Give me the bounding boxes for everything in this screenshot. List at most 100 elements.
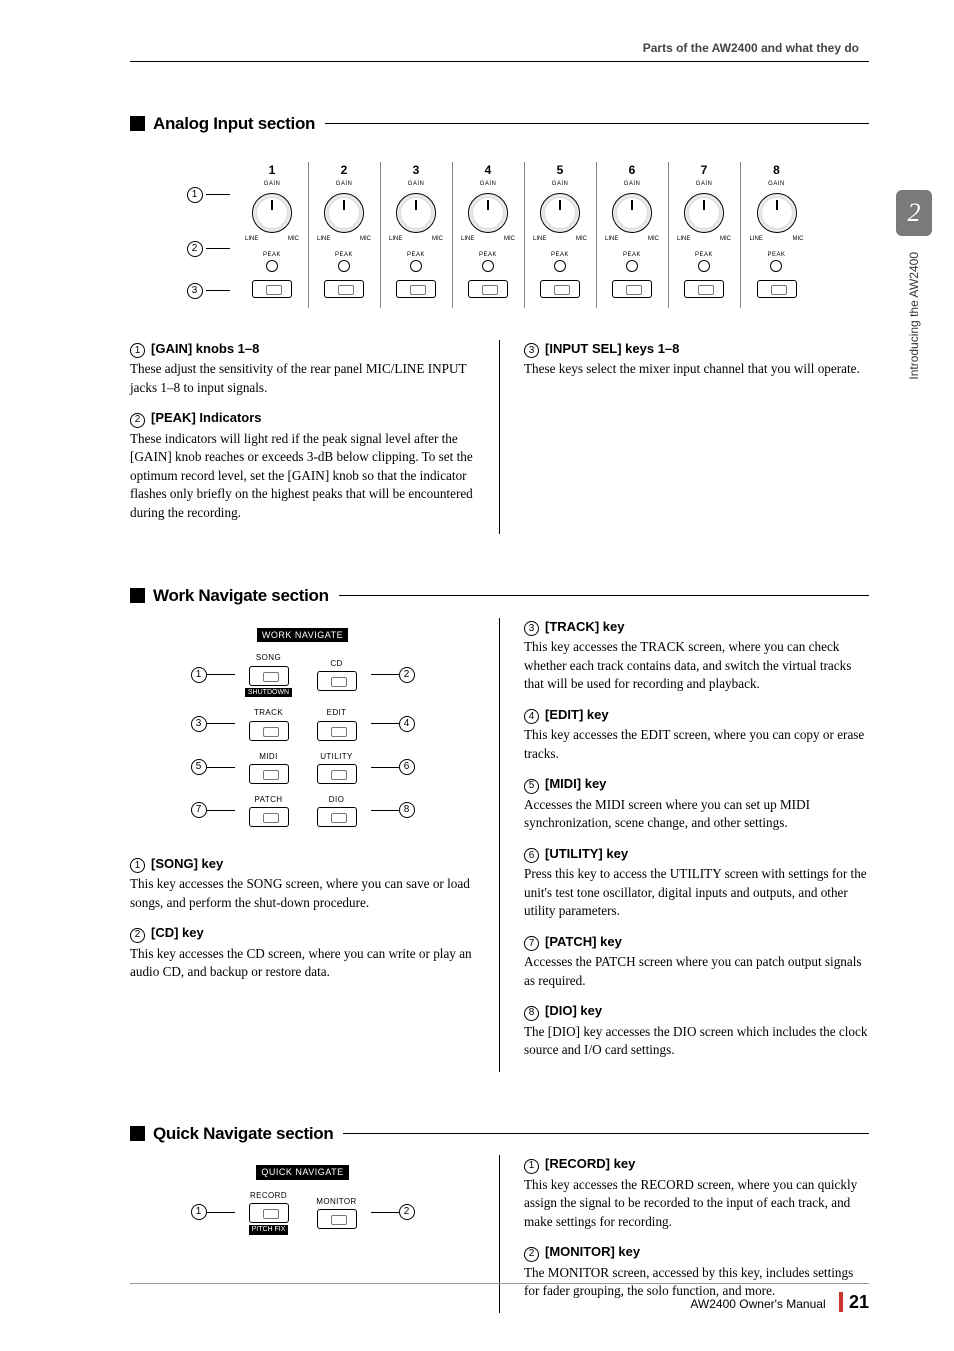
quicknav-diagram: QUICK NAVIGATE 1 RECORD PITCH FIX MONITO… <box>183 1165 423 1235</box>
worknav-columns: WORK NAVIGATE 1 SONG SHUTDOWN CD 2 3 TRA… <box>130 618 869 1072</box>
peak-label: PEAK <box>263 251 281 259</box>
chapter-title-vertical: Introducing the AW2400 <box>906 252 923 380</box>
item-body: These indicators will light red if the p… <box>130 430 475 522</box>
button-label: SONG <box>256 652 281 663</box>
key-icon <box>317 807 357 827</box>
input-sel-key-icon <box>396 280 436 298</box>
item-title: [DIO] key <box>545 1002 602 1020</box>
input-sel-key-icon <box>252 280 292 298</box>
analog-channel: 2 GAIN LINEMIC PEAK <box>309 162 381 308</box>
item-title: [CD] key <box>151 924 204 942</box>
page-footer: AW2400 Owner's Manual 21 <box>130 1283 869 1315</box>
gain-label: GAIN <box>552 180 569 188</box>
leader-line <box>371 810 399 811</box>
section-heading: Analog Input section <box>153 112 315 136</box>
gain-label: GAIN <box>264 180 281 188</box>
item-heading: 5 [MIDI] key <box>524 775 869 794</box>
gain-knob-icon <box>757 193 797 233</box>
peak-label: PEAK <box>695 251 713 259</box>
item-heading: 8 [DIO] key <box>524 1002 869 1021</box>
item-heading: 1 [GAIN] knobs 1–8 <box>130 340 475 359</box>
callout-2: 2 <box>187 241 203 257</box>
column-divider <box>499 618 500 1072</box>
channel-number: 7 <box>701 162 708 179</box>
channel-number: 8 <box>773 162 780 179</box>
item-body: This key accesses the SONG screen, where… <box>130 875 475 912</box>
peak-led-icon <box>554 260 566 272</box>
manual-title: AW2400 Owner's Manual <box>690 1297 825 1311</box>
channel-number: 6 <box>629 162 636 179</box>
callout-number: 3 <box>524 621 539 636</box>
gain-knob-icon <box>396 193 436 233</box>
diagram-button: CD <box>303 658 371 691</box>
gain-knob-icon <box>252 193 292 233</box>
range-labels: LINEMIC <box>245 235 299 243</box>
key-icon <box>249 1203 289 1223</box>
callout-number: 4 <box>524 709 539 724</box>
diagram-row: 1 SONG SHUTDOWN CD 2 <box>191 652 415 697</box>
channel-number: 4 <box>485 162 492 179</box>
button-label: DIO <box>329 794 344 805</box>
analog-channel: 1 GAIN LINEMIC PEAK <box>237 162 309 308</box>
item-body: These keys select the mixer input channe… <box>524 360 869 378</box>
item-body: Press this key to access the UTILITY scr… <box>524 865 869 920</box>
callout-number: 2 <box>524 1247 539 1262</box>
input-sel-key-icon <box>468 280 508 298</box>
item-title: [INPUT SEL] keys 1–8 <box>545 340 679 358</box>
key-icon <box>317 764 357 784</box>
button-label: EDIT <box>327 707 347 718</box>
gain-knob-icon <box>468 193 508 233</box>
worknav-diagram: WORK NAVIGATE 1 SONG SHUTDOWN CD 2 3 TRA… <box>183 628 423 827</box>
item-title: [PEAK] Indicators <box>151 409 262 427</box>
callout-1: 1 <box>191 667 207 683</box>
leader-line <box>206 248 230 249</box>
diagram-button-monitor: MONITOR <box>303 1196 371 1229</box>
leader-line <box>371 674 399 675</box>
square-bullet-icon <box>130 588 145 603</box>
diagram-button: DIO <box>303 794 371 827</box>
diagram-button: UTILITY <box>303 751 371 784</box>
key-icon <box>249 721 289 741</box>
leader-line <box>206 290 230 291</box>
title-rule <box>339 595 869 596</box>
peak-label: PEAK <box>407 251 425 259</box>
diagram-button: PATCH <box>235 794 303 827</box>
peak-led-icon <box>770 260 782 272</box>
gain-label: GAIN <box>336 180 353 188</box>
callout-2: 2 <box>399 1204 415 1220</box>
diagram-button: EDIT <box>303 707 371 740</box>
channel-number: 2 <box>341 162 348 179</box>
leader-line <box>371 767 399 768</box>
gain-label: GAIN <box>480 180 497 188</box>
leader-line <box>207 1212 235 1213</box>
diagram-row: 3 TRACK EDIT 4 <box>191 707 415 740</box>
item-body: This key accesses the CD screen, where y… <box>130 945 475 982</box>
leader-line <box>207 810 235 811</box>
breadcrumb: Parts of the AW2400 and what they do <box>130 40 869 57</box>
item-title: [MONITOR] key <box>545 1243 640 1261</box>
item-title: [EDIT] key <box>545 706 609 724</box>
channel-number: 3 <box>413 162 420 179</box>
peak-label: PEAK <box>767 251 785 259</box>
section-title-analog: Analog Input section <box>130 112 869 136</box>
title-rule <box>325 123 869 124</box>
range-labels: LINEMIC <box>533 235 587 243</box>
range-labels: LINEMIC <box>461 235 515 243</box>
button-sublabel: PITCH FIX <box>249 1225 289 1235</box>
callout-1: 1 <box>187 187 203 203</box>
callout-2: 2 <box>399 667 415 683</box>
item-title: [SONG] key <box>151 855 223 873</box>
square-bullet-icon <box>130 116 145 131</box>
leader-line <box>206 194 230 195</box>
input-sel-key-icon <box>757 280 797 298</box>
key-icon <box>249 666 289 686</box>
peak-label: PEAK <box>335 251 353 259</box>
section-title-worknav: Work Navigate section <box>130 584 869 608</box>
analog-channel: 4 GAIN LINEMIC PEAK <box>453 162 525 308</box>
key-icon <box>249 807 289 827</box>
peak-label: PEAK <box>551 251 569 259</box>
item-title: [GAIN] knobs 1–8 <box>151 340 259 358</box>
item-heading: 2 [CD] key <box>130 924 475 943</box>
gain-knob-icon <box>612 193 652 233</box>
analog-diagram: 1 2 3 1 GAIN LINEMIC PEAK 2 GAIN LI <box>130 146 869 318</box>
